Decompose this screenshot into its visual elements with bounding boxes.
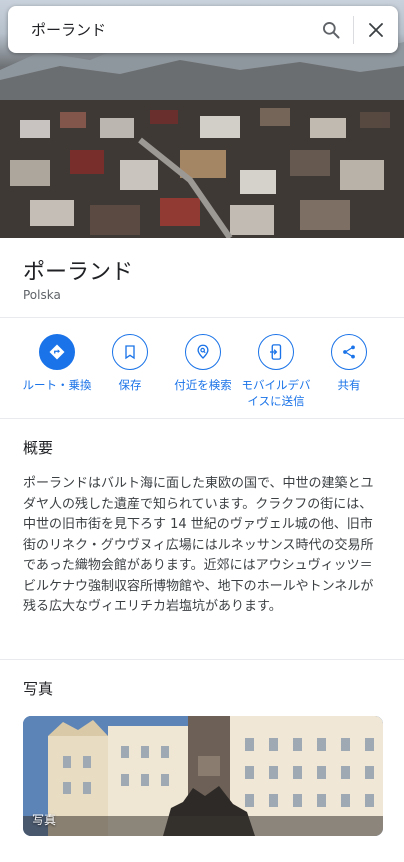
save-button[interactable]: 保存 <box>90 334 170 393</box>
search-button[interactable] <box>309 6 353 53</box>
search-input[interactable] <box>8 6 309 53</box>
directions-icon <box>49 344 65 360</box>
share-button[interactable]: 共有 <box>309 334 389 393</box>
share-circle <box>331 334 367 370</box>
nearby-search-icon <box>197 344 209 359</box>
send-to-phone-label: モバイルデバイスに送信 <box>241 378 311 408</box>
nearby-search-button[interactable]: 付近を検索 <box>163 334 243 393</box>
share-icon <box>343 345 355 359</box>
place-header: ポーランド Polska <box>0 238 404 318</box>
overview-section: 概要 ポーランドはバルト海に面した東欧の国で、中世の建築とユダヤ人の残した遺産で… <box>0 419 404 660</box>
overview-text: ポーランドはバルト海に面した東欧の国で、中世の建築とユダヤ人の残した遺産で知られ… <box>23 476 374 614</box>
directions-circle <box>39 334 75 370</box>
send-to-phone-button[interactable]: モバイルデバイスに送信 <box>236 334 316 409</box>
photo-card[interactable]: 写真 <box>23 716 383 836</box>
photo-card-label: 写真 <box>32 813 57 827</box>
bookmark-icon <box>125 345 135 360</box>
close-button[interactable] <box>354 6 398 53</box>
send-to-phone-icon <box>270 344 282 360</box>
save-circle <box>112 334 148 370</box>
square-photo <box>23 716 383 836</box>
place-title: ポーランド <box>23 260 134 285</box>
directions-button[interactable]: ルート・乗換 <box>17 334 97 393</box>
send-to-phone-circle <box>258 334 294 370</box>
share-label: 共有 <box>337 378 361 392</box>
photos-section: 写真 写真 <box>0 660 404 862</box>
search-bar <box>8 6 398 53</box>
close-icon <box>369 22 383 37</box>
nearby-search-label: 付近を検索 <box>174 378 232 392</box>
nearby-circle <box>185 334 221 370</box>
photos-title: 写真 <box>23 680 54 698</box>
search-icon <box>323 21 340 38</box>
overview-title: 概要 <box>23 439 54 457</box>
place-subtitle: Polska <box>23 288 61 302</box>
save-label: 保存 <box>118 378 142 392</box>
action-bar: ルート・乗換 保存 付近を検索 モバイルデバイスに送信 共有 <box>0 318 404 419</box>
directions-label: ルート・乗換 <box>22 378 92 392</box>
